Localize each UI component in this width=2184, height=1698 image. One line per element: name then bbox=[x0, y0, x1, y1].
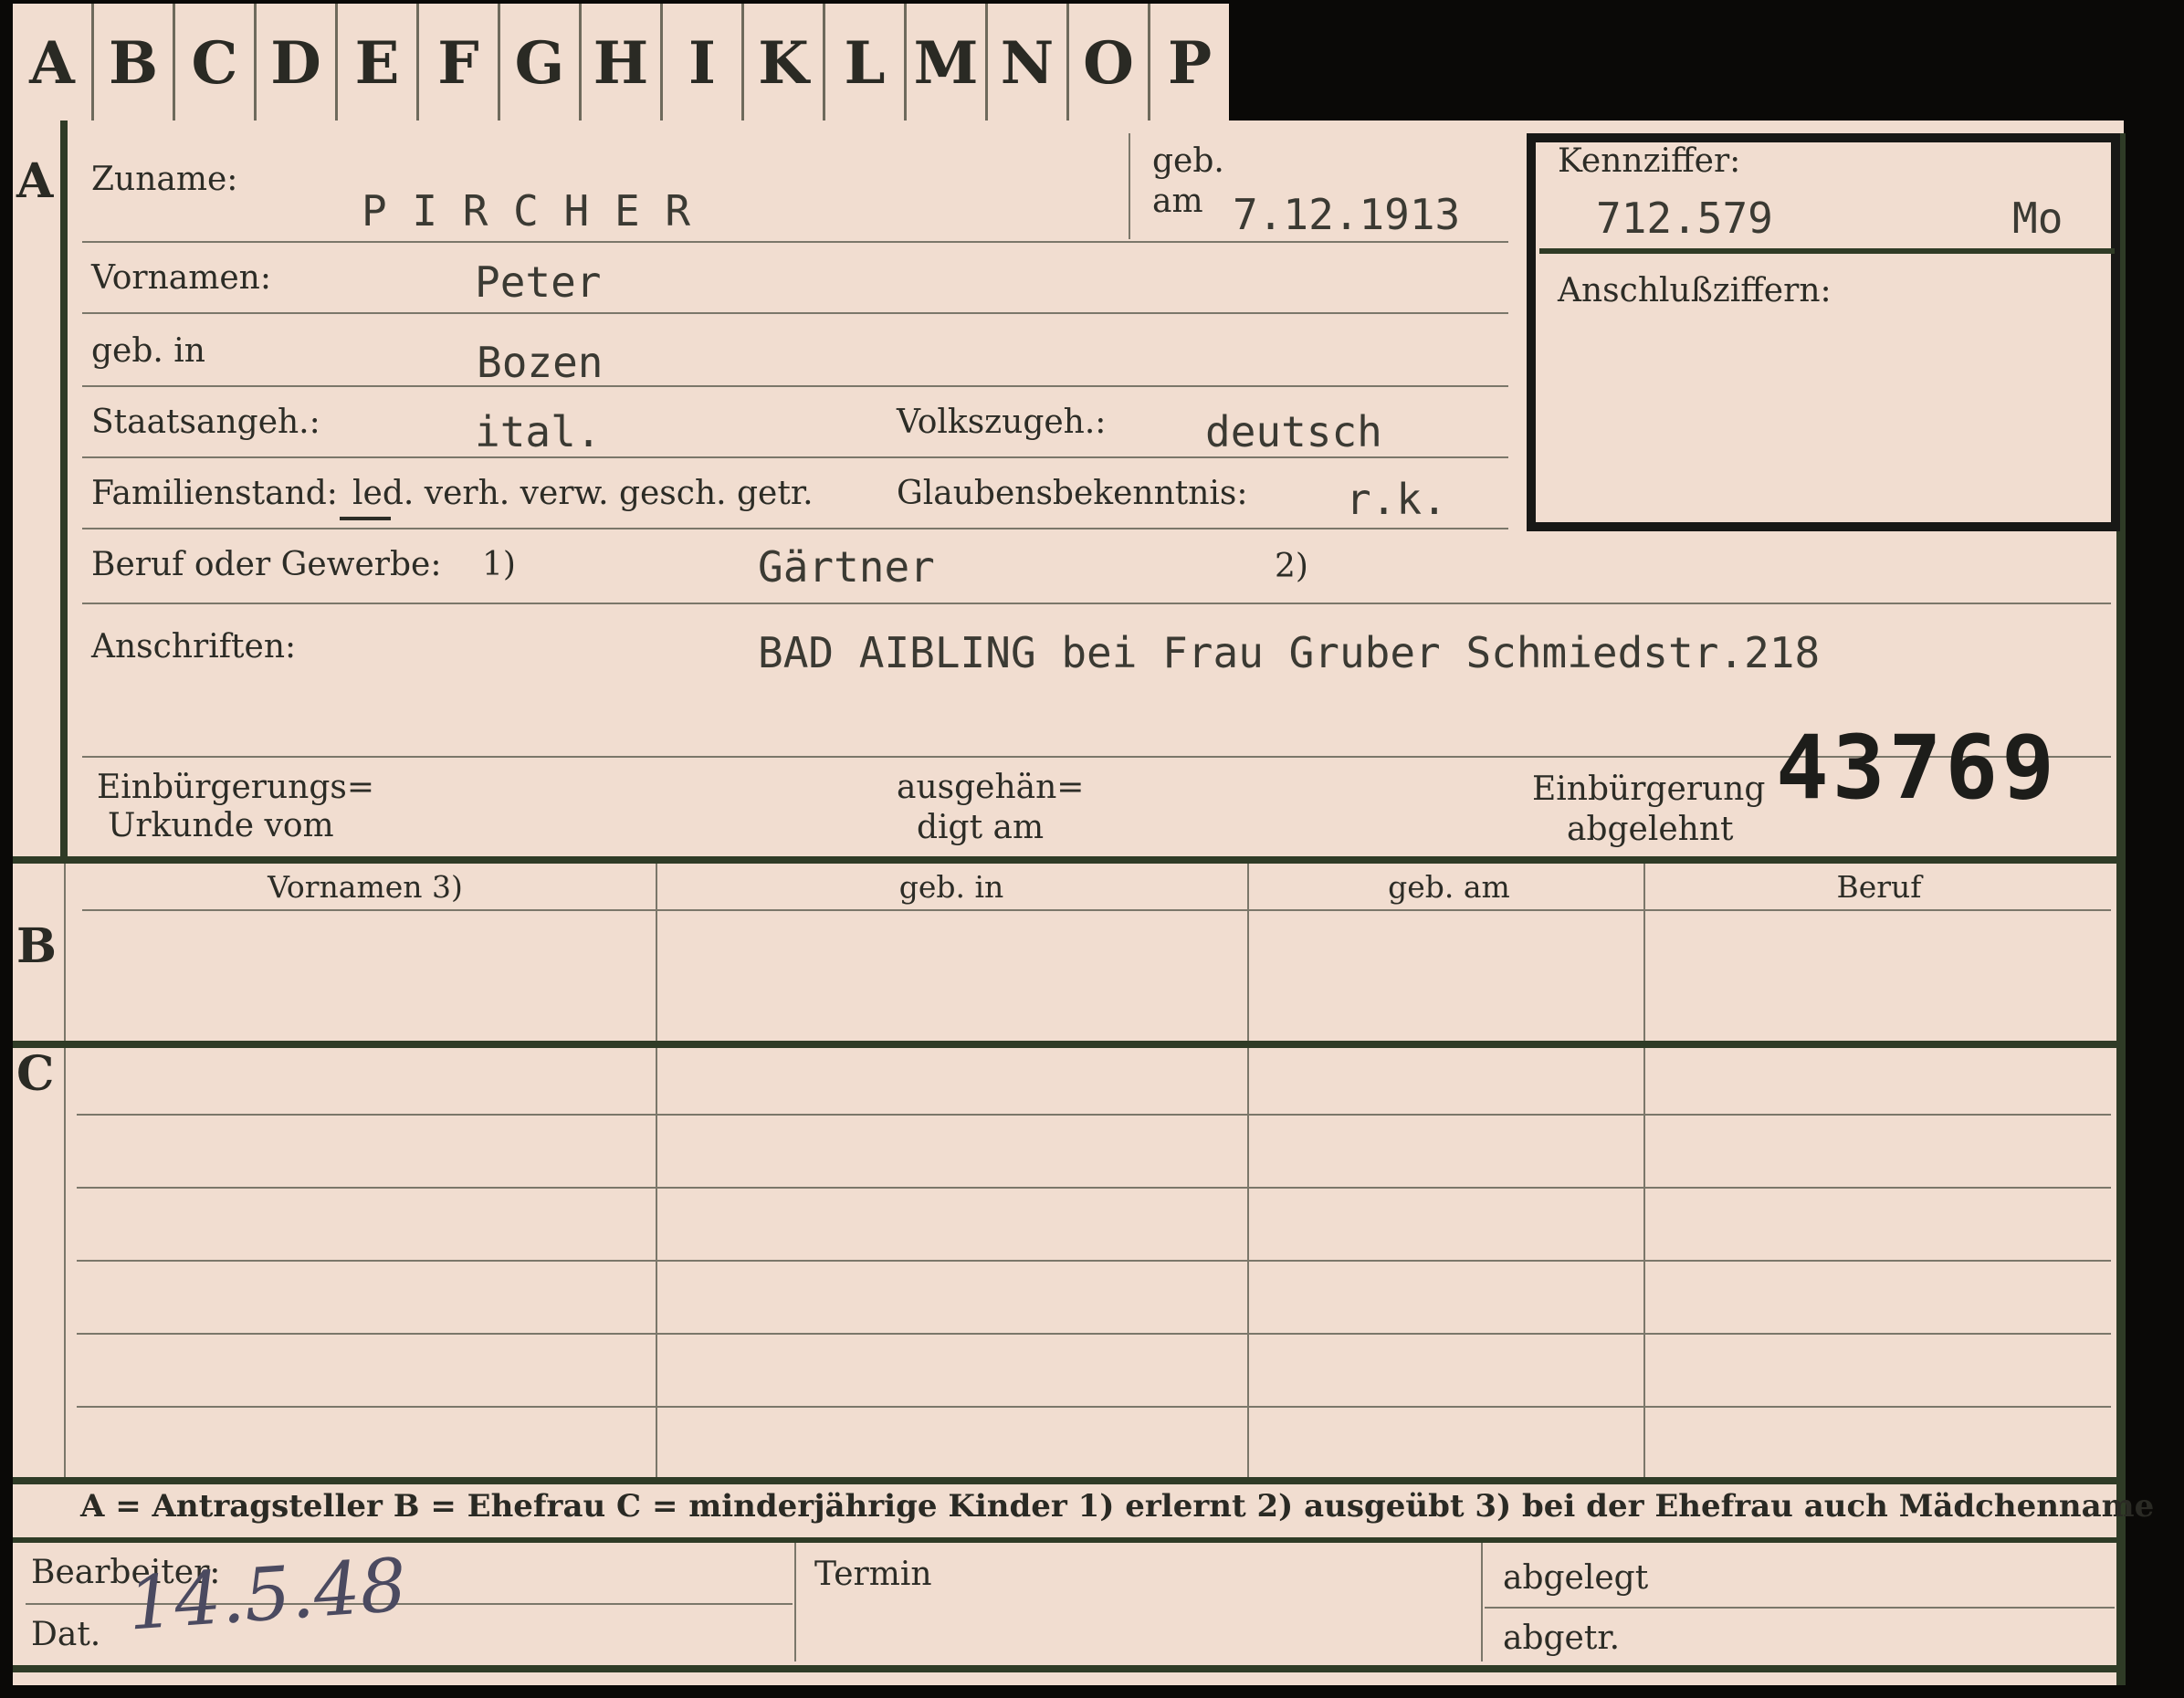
ausgehaendigt-label-2: digt am bbox=[917, 809, 1045, 846]
c-row-line-2 bbox=[77, 1187, 2111, 1189]
table-header-geb-in: geb. in bbox=[898, 869, 1004, 905]
rule-c-legend bbox=[13, 1477, 2124, 1484]
kennziffer-label: Kennziffer: bbox=[1558, 142, 1741, 180]
tab-l[interactable]: L bbox=[825, 4, 907, 122]
tab-b[interactable]: B bbox=[94, 4, 175, 122]
geb-am-label-1: geb. bbox=[1152, 142, 1224, 180]
col-line-2 bbox=[1247, 864, 1249, 1479]
staatsangeh-value: ital. bbox=[475, 407, 602, 456]
line-gebin bbox=[82, 385, 1508, 387]
zuname-value: P I R C H E R bbox=[362, 186, 691, 236]
col-line-1 bbox=[656, 864, 657, 1479]
familienstand-underline bbox=[340, 517, 391, 520]
tab-i[interactable]: I bbox=[663, 4, 744, 122]
glauben-value: r.k. bbox=[1346, 475, 1447, 524]
footer-col-2 bbox=[1481, 1543, 1483, 1661]
tab-f[interactable]: F bbox=[419, 4, 500, 122]
line-zuname bbox=[82, 241, 1508, 243]
table-header-geb-am: geb. am bbox=[1388, 869, 1510, 905]
anschriften-value: BAD AIBLING bei Frau Gruber Schmiedstr.2… bbox=[758, 628, 1821, 677]
kennziffer-divider bbox=[1539, 248, 2115, 254]
beruf-value: Gärtner bbox=[758, 542, 935, 592]
dat-label: Dat. bbox=[31, 1616, 101, 1653]
table-header-beruf: Beruf bbox=[1836, 869, 1922, 905]
section-b-label: B bbox=[16, 918, 57, 974]
abgetr-label: abgetr. bbox=[1503, 1619, 1621, 1657]
geb-am-value: 7.12.1913 bbox=[1233, 190, 1461, 239]
anschluss-label: Anschlußziffern: bbox=[1558, 272, 1832, 309]
vornamen-label: Vornamen: bbox=[91, 259, 271, 297]
urkunde-label-2: Urkunde vom bbox=[108, 807, 334, 844]
beruf-footnote-2: 2) bbox=[1275, 548, 1308, 585]
c-row-line-4 bbox=[77, 1333, 2111, 1335]
termin-label: Termin bbox=[814, 1556, 932, 1593]
line-beruf bbox=[82, 603, 2111, 604]
tab-g[interactable]: G bbox=[500, 4, 582, 122]
footer-col-1 bbox=[794, 1543, 796, 1661]
table-header-vornamen: Vornamen 3) bbox=[268, 869, 463, 905]
tab-h[interactable]: H bbox=[582, 4, 663, 122]
left-rule-b bbox=[64, 864, 66, 1479]
tab-e[interactable]: E bbox=[338, 4, 419, 122]
tab-o[interactable]: O bbox=[1069, 4, 1150, 122]
zuname-label: Zuname: bbox=[91, 161, 238, 198]
section-c-label: C bbox=[16, 1046, 55, 1102]
urkunde-label-1: Einbürgerungs= bbox=[97, 769, 375, 806]
vornamen-value: Peter bbox=[475, 257, 602, 307]
stamp-number: 43769 bbox=[1776, 717, 2058, 819]
col-line-3 bbox=[1643, 864, 1645, 1479]
left-rule-a bbox=[60, 121, 68, 860]
tab-m[interactable]: M bbox=[907, 4, 988, 122]
bottom-rule bbox=[13, 1665, 2124, 1672]
rule-a-b bbox=[13, 856, 2124, 864]
c-row-line-5 bbox=[77, 1406, 2111, 1408]
tab-n[interactable]: N bbox=[988, 4, 1069, 122]
tab-a[interactable]: A bbox=[13, 4, 94, 122]
glauben-label: Glaubensbekenntnis: bbox=[897, 475, 1248, 512]
familienstand-label: Familienstand: bbox=[91, 475, 338, 512]
kennziffer-value: 712.579 bbox=[1596, 194, 1773, 243]
abgelegt-label: abgelegt bbox=[1503, 1559, 1649, 1597]
table-header-line bbox=[82, 909, 2111, 911]
abgelegt-line bbox=[1485, 1607, 2115, 1609]
staatsangeh-label: Staatsangeh.: bbox=[91, 404, 320, 441]
tab-p[interactable]: P bbox=[1150, 4, 1229, 122]
geb-am-label-2: am bbox=[1152, 183, 1203, 220]
volkszugeh-label: Volkszugeh.: bbox=[897, 404, 1107, 441]
beruf-footnote-1: 1) bbox=[482, 546, 516, 583]
section-a-label: A bbox=[16, 153, 54, 209]
line-familie bbox=[82, 528, 1508, 529]
legend-text: A = Antragsteller B = Ehefrau C = minder… bbox=[80, 1488, 2155, 1525]
rule-b-c bbox=[13, 1041, 2124, 1048]
c-row-line-1 bbox=[77, 1114, 2111, 1116]
abgelehnt-label-1: Einbürgerung bbox=[1532, 770, 1766, 808]
line-vornamen bbox=[82, 312, 1508, 314]
ausgehaendigt-label-1: ausgehän= bbox=[897, 769, 1085, 806]
geb-in-label: geb. in bbox=[91, 332, 205, 370]
tab-c[interactable]: C bbox=[175, 4, 257, 122]
abgelehnt-label-2: abgelehnt bbox=[1567, 811, 1734, 848]
familienstand-options: led. verh. verw. gesch. getr. bbox=[352, 475, 814, 512]
c-row-line-3 bbox=[77, 1260, 2111, 1262]
beruf-label: Beruf oder Gewerbe: bbox=[91, 546, 442, 583]
rule-legend-footer bbox=[13, 1537, 2124, 1543]
anschriften-label: Anschriften: bbox=[91, 628, 297, 666]
alphabet-tabs: A B C D E F G H I K L M N O P bbox=[13, 4, 1229, 130]
kennziffer-suffix: Mo bbox=[2012, 194, 2063, 243]
tab-k[interactable]: K bbox=[744, 4, 825, 122]
geb-divider bbox=[1129, 133, 1130, 239]
line-staat bbox=[82, 456, 1508, 458]
tab-d[interactable]: D bbox=[257, 4, 338, 122]
geb-in-value: Bozen bbox=[477, 338, 604, 387]
volkszugeh-value: deutsch bbox=[1205, 407, 1382, 456]
